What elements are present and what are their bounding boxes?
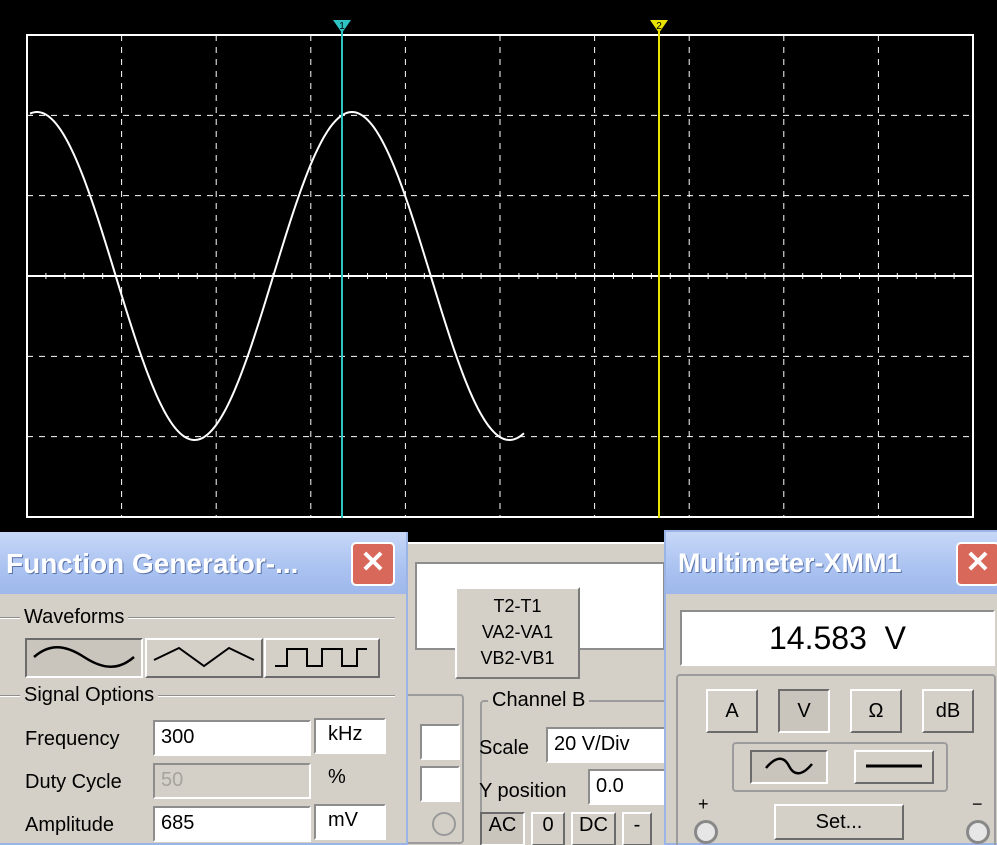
voltmeter-mode-button[interactable]: V [778,689,830,733]
channel-b-title: Channel B [488,689,590,712]
negative-terminal-label: − [972,794,983,814]
multimeter-close-button[interactable]: ✕ [956,542,997,586]
coupling-zero-button[interactable]: 0 [531,812,565,845]
multimeter-reading: 14.583 V [769,620,906,656]
ac-mode-button[interactable] [750,750,828,784]
positive-terminal-label: + [698,794,709,814]
amplitude-input[interactable]: 685 [153,806,311,842]
dc-mode-button[interactable] [854,750,934,784]
channel-a-ypos-field[interactable] [420,766,460,802]
multimeter-window: Multimeter-XMM1 ✕ 14.583 V A V Ω dB + Se… [664,530,997,845]
duty-cycle-label: Duty Cycle [25,771,122,793]
cursor-1[interactable]: 1 [333,20,351,518]
frequency-input[interactable]: 300 [153,720,311,756]
function-generator-close-button[interactable]: ✕ [351,542,395,586]
waveforms-label: Waveforms [20,606,129,629]
close-icon: ✕ [965,546,991,579]
measure-va2-va1: VA2-VA1 [481,622,554,642]
channel-b-ypos-label: Y position [479,780,567,802]
sine-wave-icon [33,646,135,668]
ammeter-mode-button[interactable]: A [706,689,758,733]
dc-line-icon [866,764,922,768]
positive-terminal-icon[interactable] [694,820,718,844]
channel-b-ypos-field[interactable]: 0.0 [588,769,668,805]
channel-a-ground-icon[interactable] [432,812,456,836]
square-wave-icon [275,648,367,667]
amplitude-unit[interactable]: mV [314,804,386,840]
function-generator-titlebar[interactable]: Function Generator-... ✕ [0,532,406,594]
function-generator-window: Function Generator-... ✕ Waveforms Signa… [0,532,408,845]
cursor-1-label: 1 [339,21,345,32]
cursor-2-label: 2 [656,21,662,32]
signal-options-label: Signal Options [20,684,159,707]
multimeter-title: Multimeter-XMM1 [678,548,902,578]
channel-b-scale-label: Scale [479,737,530,759]
multimeter-titlebar[interactable]: Multimeter-XMM1 ✕ [666,532,997,594]
coupling-minus-button[interactable]: - [622,812,652,845]
duty-cycle-unit: % [314,761,386,797]
measure-vb2-vb1: VB2-VB1 [480,648,555,668]
ohmmeter-mode-button[interactable]: Ω [850,689,902,733]
scope-grid [26,34,974,518]
triangle-wave-button[interactable] [145,638,263,678]
measurement-labels: T2-T1 VA2-VA1 VB2-VB1 [455,587,580,679]
multimeter-display: 14.583 V [680,610,995,666]
close-icon: ✕ [360,546,386,579]
amplitude-label: Amplitude [25,814,114,836]
square-wave-button[interactable] [264,638,380,678]
oscilloscope-screen: 1 2 [0,0,997,530]
function-generator-title: Function Generator-... [6,548,299,579]
sine-wave-icon [765,757,813,775]
channel-a-scale-field[interactable] [420,724,460,760]
triangle-wave-icon [153,646,255,668]
sine-wave-button[interactable] [25,638,143,678]
decibel-mode-button[interactable]: dB [922,689,974,733]
coupling-dc-button[interactable]: DC [571,812,616,845]
duty-cycle-input: 50 [153,763,311,799]
scope-control-panel: T2-T1 VA2-VA1 VB2-VB1 Channel B Scale 20… [394,542,680,845]
channel-b-scale-field[interactable]: 20 V/Div [546,727,671,763]
frequency-unit[interactable]: kHz [314,718,386,754]
measure-t2-t1: T2-T1 [493,596,542,616]
negative-terminal-icon[interactable] [966,820,990,844]
coupling-ac-button[interactable]: AC [480,812,525,845]
cursor-2[interactable]: 2 [650,20,668,518]
set-button[interactable]: Set... [774,804,904,840]
frequency-label: Frequency [25,728,120,750]
